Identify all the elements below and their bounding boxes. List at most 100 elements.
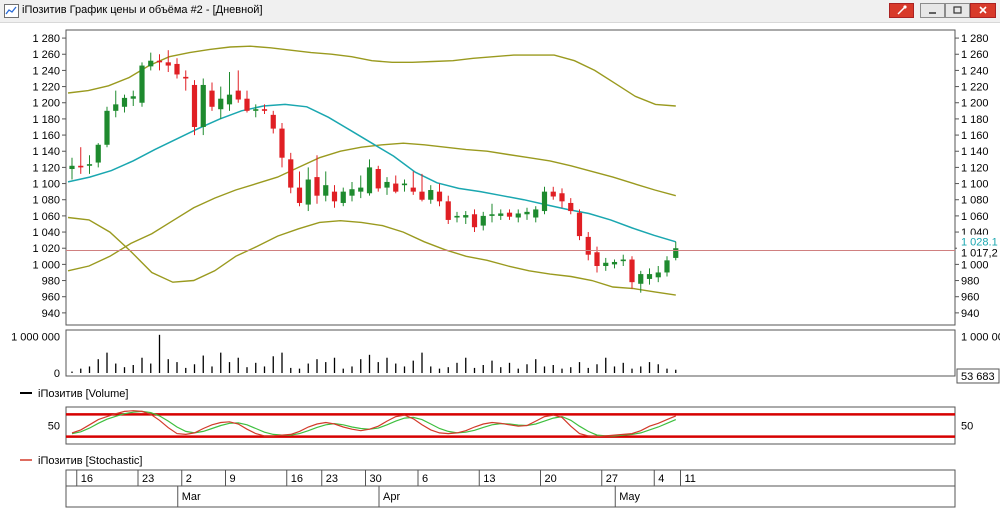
candle-body bbox=[191, 84, 198, 127]
volume-axis-label-top: 1 000 000 bbox=[11, 332, 60, 344]
candle-body bbox=[463, 215, 469, 218]
window-titlebar: iПозитив График цены и объёма #2 - [Днев… bbox=[0, 0, 1000, 23]
price-label-left: 1 240 bbox=[32, 65, 60, 77]
candle-body bbox=[436, 191, 443, 202]
candle-body bbox=[95, 144, 101, 163]
price-label-right: 1 200 bbox=[961, 98, 989, 110]
candle-body bbox=[646, 274, 653, 279]
candle-body bbox=[576, 212, 583, 237]
candle-body bbox=[568, 202, 574, 212]
candle-body bbox=[594, 252, 600, 266]
last-price-label: 1 017,2 bbox=[961, 247, 998, 259]
candle-body bbox=[235, 90, 241, 100]
candle-body bbox=[349, 189, 355, 196]
candle-body bbox=[410, 187, 416, 192]
candle-body bbox=[218, 98, 224, 110]
volume-last-label: 53 683 bbox=[961, 371, 995, 383]
candle-body bbox=[401, 183, 408, 186]
minimize-button[interactable] bbox=[920, 3, 945, 18]
stochastic-axis-label-right: 50 bbox=[961, 421, 973, 433]
candle-body bbox=[121, 97, 128, 107]
candle-body bbox=[366, 167, 373, 194]
price-label-left: 940 bbox=[42, 308, 60, 320]
price-label-left: 980 bbox=[42, 276, 60, 288]
candle-body bbox=[480, 215, 486, 226]
candle-body bbox=[664, 260, 670, 273]
candle-body bbox=[445, 201, 451, 220]
price-label-left: 1 120 bbox=[32, 162, 60, 174]
day-label: 9 bbox=[230, 473, 236, 485]
candle-body bbox=[393, 183, 399, 192]
candle-body bbox=[323, 185, 329, 196]
candle-body bbox=[148, 60, 154, 67]
price-label-right: 940 bbox=[961, 308, 979, 320]
candle-body bbox=[340, 191, 346, 203]
candle-body bbox=[113, 104, 119, 111]
restore-icon bbox=[953, 6, 962, 14]
candle-body bbox=[506, 212, 513, 217]
price-label-left: 1 160 bbox=[32, 130, 60, 142]
price-label-left: 1 080 bbox=[32, 195, 60, 207]
candle-body bbox=[244, 98, 250, 111]
volume-axis-label-top-right: 1 000 000 bbox=[961, 332, 1000, 344]
candle-body bbox=[620, 259, 626, 262]
price-panel-frame bbox=[65, 29, 956, 326]
price-label-left: 1 220 bbox=[32, 82, 60, 94]
pin-icon bbox=[897, 5, 907, 15]
candle-body bbox=[428, 190, 434, 200]
chart-app-icon bbox=[4, 4, 19, 18]
candle-body bbox=[104, 110, 110, 145]
day-label: 16 bbox=[291, 473, 303, 485]
candle-body bbox=[209, 90, 215, 107]
candle-body bbox=[638, 274, 644, 284]
candle-body bbox=[515, 213, 521, 218]
price-label-right: 1 060 bbox=[961, 211, 989, 223]
candle-body bbox=[226, 94, 233, 105]
price-label-right: 960 bbox=[961, 292, 979, 304]
price-label-left: 1 260 bbox=[32, 49, 60, 61]
candle-body bbox=[78, 165, 84, 168]
candle-body bbox=[288, 159, 294, 188]
price-label-right: 1 000 bbox=[961, 259, 989, 271]
candle-body bbox=[533, 209, 539, 218]
candle-body bbox=[139, 65, 145, 103]
candle-body bbox=[86, 164, 93, 166]
price-label-right: 1 180 bbox=[961, 114, 989, 126]
price-label-right: 1 120 bbox=[961, 162, 989, 174]
day-label: 13 bbox=[483, 473, 495, 485]
candle-body bbox=[384, 181, 390, 188]
candle-body bbox=[279, 128, 285, 158]
day-label: 11 bbox=[685, 473, 696, 485]
day-label: 27 bbox=[606, 473, 618, 485]
candle-body bbox=[498, 213, 504, 216]
month-label: Mar bbox=[182, 491, 201, 503]
candle-body bbox=[253, 109, 259, 111]
price-label-left: 1 040 bbox=[32, 227, 60, 239]
price-label-right: 1 140 bbox=[961, 146, 989, 158]
month-label: Apr bbox=[383, 491, 400, 503]
price-label-left: 1 000 bbox=[32, 259, 60, 271]
price-label-left: 1 100 bbox=[32, 179, 60, 191]
day-label: 2 bbox=[186, 473, 192, 485]
candle-body bbox=[541, 191, 548, 212]
restore-button[interactable] bbox=[945, 3, 970, 18]
price-label-right: 1 240 bbox=[961, 65, 989, 77]
candle-body bbox=[673, 248, 679, 258]
month-label: May bbox=[619, 491, 640, 503]
stochastic-axis-label-left: 50 bbox=[48, 421, 60, 433]
volume-panel-frame bbox=[65, 329, 956, 377]
chart-area[interactable]: 1 280 1 280 1 260 1 260 1 240 1 240 1 220 1 220… bbox=[0, 22, 1000, 522]
day-label: 4 bbox=[658, 473, 664, 485]
pin-button[interactable] bbox=[889, 3, 914, 18]
candle-body bbox=[454, 215, 460, 218]
volume-legend-label: iПозитив [Volume] bbox=[38, 388, 128, 400]
price-label-left: 1 020 bbox=[32, 243, 60, 255]
price-label-right: 1 080 bbox=[961, 195, 989, 207]
stochastic-legend-label: iПозитив [Stochastic] bbox=[38, 455, 142, 467]
candle-body bbox=[130, 96, 136, 99]
candle-body bbox=[524, 211, 530, 215]
price-label-left: 1 140 bbox=[32, 146, 60, 158]
price-label-left: 1 280 bbox=[32, 33, 60, 45]
close-button[interactable] bbox=[970, 3, 996, 18]
candle-body bbox=[261, 109, 268, 111]
